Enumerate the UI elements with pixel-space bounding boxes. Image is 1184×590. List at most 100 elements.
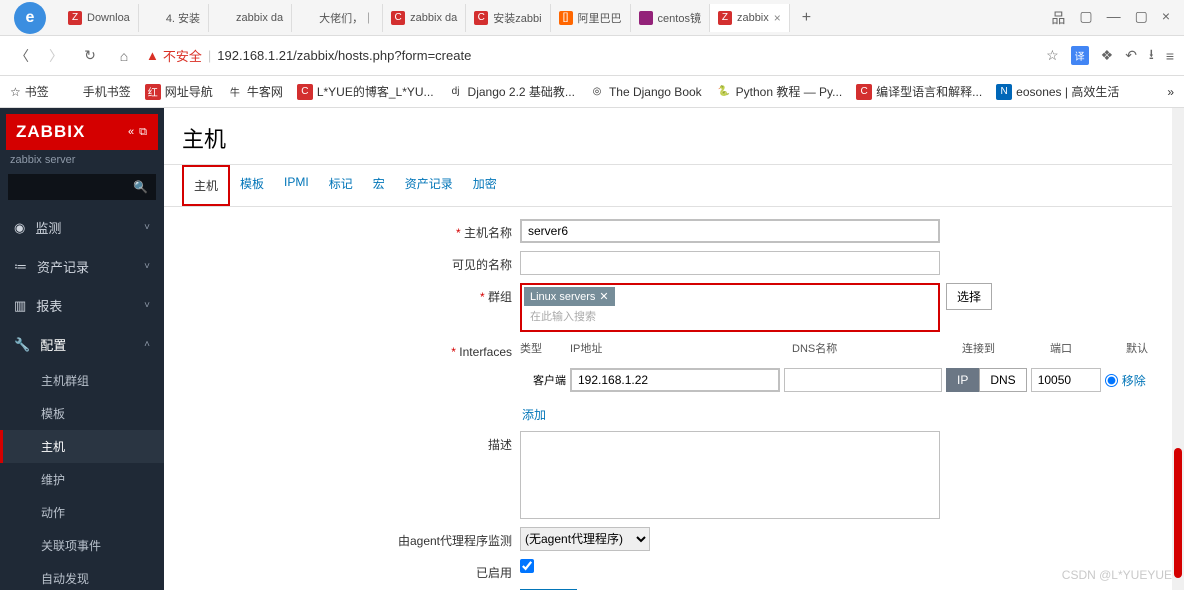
interface-port-input[interactable] bbox=[1031, 368, 1101, 392]
interface-ip-input[interactable] bbox=[570, 368, 780, 392]
window-maximize-icon[interactable]: ▢ bbox=[1135, 8, 1148, 28]
form-tab[interactable]: 宏 bbox=[363, 165, 395, 206]
address-bar: 〈 〉 ↻ ⌂ ▲ 不安全 | 192.168.1.21/zabbix/host… bbox=[0, 36, 1184, 76]
menu-label: 配置 bbox=[40, 335, 66, 354]
browser-tab[interactable]: 大佬们，｜ bbox=[292, 4, 383, 32]
bookmark-label: L*YUE的博客_L*YU... bbox=[317, 83, 434, 100]
menu-icon[interactable]: ≡ bbox=[1166, 48, 1174, 64]
form-tab[interactable]: 主机 bbox=[182, 165, 230, 206]
window-layout-icon[interactable]: 品 bbox=[1051, 8, 1065, 28]
tag-remove-icon[interactable]: ✕ bbox=[599, 290, 608, 303]
zabbix-logo[interactable]: ZABBIX « ⧉ bbox=[6, 114, 158, 150]
window-minimize-icon[interactable]: — bbox=[1107, 8, 1121, 28]
bookmark-item[interactable]: ◎The Django Book bbox=[589, 83, 702, 100]
group-search-input[interactable]: 在此输入搜索 bbox=[524, 306, 936, 328]
connect-to-toggle[interactable]: IP DNS bbox=[946, 368, 1027, 392]
tab-label: zabbix da bbox=[410, 12, 457, 24]
nav-back-button[interactable]: 〈 bbox=[10, 44, 34, 68]
proxy-select[interactable]: (无agent代理程序) bbox=[520, 527, 650, 551]
tab-favicon-icon: Z bbox=[718, 11, 732, 25]
window-controls: 品 ▢ — ▢ × bbox=[1037, 8, 1184, 28]
browser-tab[interactable]: Czabbix da bbox=[383, 4, 466, 32]
search-icon: 🔍 bbox=[133, 180, 148, 194]
undo-icon[interactable]: ↶ bbox=[1125, 47, 1137, 64]
nav-reload-button[interactable]: ↻ bbox=[78, 44, 102, 68]
nav-forward-button[interactable]: 〉 bbox=[44, 44, 68, 68]
search-input[interactable]: 🔍 bbox=[8, 174, 156, 200]
download-icon[interactable]: ⭳ bbox=[1149, 44, 1154, 68]
sidebar-submenu-item[interactable]: 维护 bbox=[0, 463, 164, 496]
menu-label: 报表 bbox=[36, 296, 62, 315]
nav-home-button[interactable]: ⌂ bbox=[112, 44, 136, 68]
description-textarea[interactable] bbox=[520, 431, 940, 519]
bookmark-favicon-icon: ◎ bbox=[589, 84, 605, 100]
tab-favicon-icon: [] bbox=[559, 11, 573, 25]
bookmark-item[interactable]: 牛牛客网 bbox=[227, 83, 283, 100]
sidebar-submenu-item[interactable]: 关联项事件 bbox=[0, 529, 164, 562]
bookmark-item[interactable]: Neosones | 高效生活 bbox=[996, 83, 1119, 100]
sidebar-collapse-icon[interactable]: « ⧉ bbox=[128, 126, 148, 139]
bookmarks-bar: ☆ 书签 手机书签红网址导航牛牛客网 CL*YUE的博客_L*YU... djDja… bbox=[0, 76, 1184, 108]
sidebar-submenu-item[interactable]: 动作 bbox=[0, 496, 164, 529]
sidebar-menu-item[interactable]: 🔧配置˄ bbox=[0, 325, 164, 364]
bookmarks-more[interactable]: » bbox=[1167, 85, 1174, 99]
form-tab[interactable]: 加密 bbox=[463, 165, 507, 206]
bookmark-item[interactable]: C编译型语言和解释... bbox=[856, 83, 982, 100]
new-tab-button[interactable]: + bbox=[790, 9, 823, 27]
interface-dns-input[interactable] bbox=[784, 368, 942, 392]
interface-add-link[interactable]: 添加 bbox=[522, 406, 546, 423]
bookmarks-star-icon[interactable]: ☆ 书签 bbox=[10, 83, 49, 100]
window-close-icon[interactable]: × bbox=[1162, 8, 1170, 28]
bookmark-item[interactable]: 手机书签 bbox=[63, 83, 131, 100]
bookmark-item[interactable]: CL*YUE的博客_L*YU... bbox=[297, 83, 434, 100]
content-area: 主机 主机模板IPMI标记宏资产记录加密 主机名称 可见的名称 群组 bbox=[164, 108, 1184, 590]
tab-close-icon[interactable]: × bbox=[774, 11, 781, 25]
bookmark-favicon-icon: C bbox=[297, 84, 313, 100]
tab-label: zabbix da bbox=[236, 12, 283, 24]
enabled-checkbox[interactable] bbox=[520, 559, 534, 573]
interface-default-radio[interactable] bbox=[1105, 374, 1118, 387]
browser-tab[interactable]: ZDownloa bbox=[60, 4, 139, 32]
select-group-button[interactable]: 选择 bbox=[946, 283, 992, 310]
browser-tab[interactable]: zabbix da bbox=[209, 4, 292, 32]
sidebar-menu-item[interactable]: ≔资产记录˅ bbox=[0, 247, 164, 286]
connect-ip-button[interactable]: IP bbox=[946, 368, 979, 392]
sidebar-submenu-item[interactable]: 主机群组 bbox=[0, 364, 164, 397]
browser-tab[interactable]: 4. 安装 bbox=[139, 4, 209, 32]
star-icon[interactable]: ☆ bbox=[1046, 47, 1059, 64]
extension-icon[interactable]: ❖ bbox=[1101, 47, 1114, 64]
sidebar-submenu-item[interactable]: 主机 bbox=[0, 430, 164, 463]
browser-tab[interactable]: C安装zabbi bbox=[466, 4, 550, 32]
tab-favicon-icon bbox=[639, 11, 653, 25]
form-tab[interactable]: 模板 bbox=[230, 165, 274, 206]
form-tab[interactable]: IPMI bbox=[274, 165, 319, 206]
tab-favicon-icon: C bbox=[391, 11, 405, 25]
bookmark-item[interactable]: 红网址导航 bbox=[145, 83, 213, 100]
browser-tab[interactable]: Zzabbix× bbox=[710, 4, 790, 32]
interface-remove-link[interactable]: 移除 bbox=[1122, 372, 1146, 389]
bookmark-item[interactable]: 🐍Python 教程 — Py... bbox=[716, 83, 842, 100]
visible-name-input[interactable] bbox=[520, 251, 940, 275]
host-name-input[interactable] bbox=[520, 219, 940, 243]
vertical-scrollbar[interactable] bbox=[1172, 108, 1184, 590]
bookmark-item[interactable]: djDjango 2.2 基础教... bbox=[448, 83, 575, 100]
tab-favicon-icon bbox=[147, 11, 161, 25]
url-field[interactable]: ▲ 不安全 | 192.168.1.21/zabbix/hosts.php?fo… bbox=[146, 42, 1036, 70]
browser-tab[interactable]: centos镜 bbox=[631, 4, 710, 32]
menu-icon: 🔧 bbox=[14, 337, 30, 353]
sidebar-submenu-item[interactable]: 模板 bbox=[0, 397, 164, 430]
label-proxy: 由agent代理程序监测 bbox=[182, 527, 520, 549]
translate-icon[interactable]: 译 bbox=[1071, 46, 1089, 65]
tab-label: 4. 安装 bbox=[166, 10, 200, 26]
form-tab[interactable]: 标记 bbox=[319, 165, 363, 206]
sidebar-menu-item[interactable]: ▥报表˅ bbox=[0, 286, 164, 325]
connect-dns-button[interactable]: DNS bbox=[979, 368, 1026, 392]
form-tab[interactable]: 资产记录 bbox=[395, 165, 463, 206]
group-tag[interactable]: Linux servers ✕ bbox=[524, 287, 615, 306]
tab-label: 阿里巴巴 bbox=[578, 10, 622, 26]
sidebar-submenu-item[interactable]: 自动发现 bbox=[0, 562, 164, 590]
window-pin-icon[interactable]: ▢ bbox=[1079, 8, 1092, 28]
sidebar-menu-item[interactable]: ◉监测˅ bbox=[0, 208, 164, 247]
scrollbar-thumb[interactable] bbox=[1174, 448, 1182, 578]
browser-tab[interactable]: [] 阿里巴巴 bbox=[551, 4, 631, 32]
